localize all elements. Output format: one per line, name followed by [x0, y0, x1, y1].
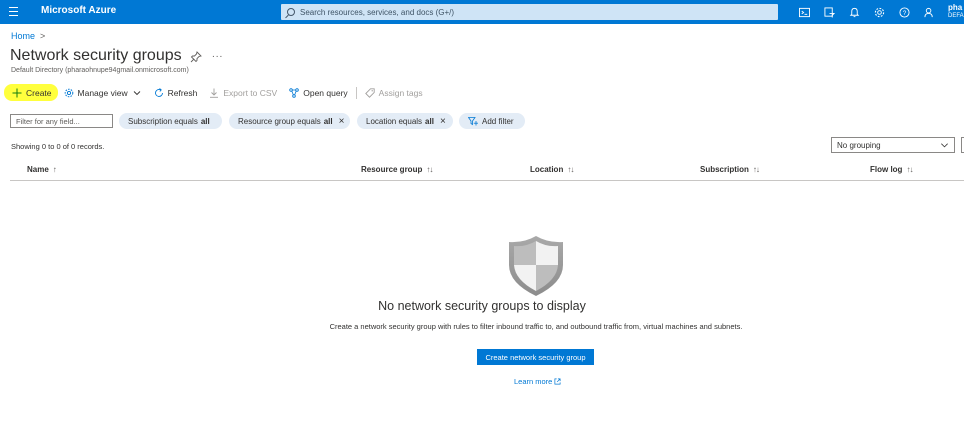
create-label: Create [26, 87, 52, 98]
empty-state-title: No network security groups to display [378, 299, 586, 313]
location-filter-value: all [425, 116, 434, 126]
top-bar: Microsoft Azure ? pha DEFA [0, 0, 964, 24]
manage-view-label: Manage view [77, 87, 128, 98]
sort-icon: ↑↓ [567, 165, 574, 174]
grouping-selected: No grouping [837, 140, 881, 150]
resource-group-filter-label: Resource group equals [238, 116, 321, 126]
more-options-button[interactable]: ... [212, 49, 223, 60]
external-link-icon [554, 378, 561, 385]
search-input[interactable] [300, 7, 760, 17]
command-divider [355, 86, 357, 99]
grouping-dropdown[interactable]: No grouping [831, 137, 955, 153]
column-label: Subscription [700, 165, 749, 174]
command-bar: Create Manage view Refresh Export to CSV… [4, 84, 429, 101]
chevron-down-icon [133, 90, 140, 95]
assign-tags-label: Assign tags [378, 87, 423, 98]
open-query-label: Open query [303, 87, 348, 98]
table-header: Name ↑ Resource group ↑↓ Location ↑↓ Sub… [10, 161, 964, 181]
menu-icon[interactable] [9, 7, 18, 16]
breadcrumb-separator: > [40, 31, 46, 41]
empty-state-description: Create a network security group with rul… [329, 322, 743, 331]
sort-icon: ↑↓ [752, 165, 760, 174]
column-header-name[interactable]: Name ↑ [27, 165, 57, 174]
shield-icon [509, 236, 563, 296]
learn-more-label: Learn more [514, 377, 553, 386]
tag-icon [364, 87, 375, 98]
subscription-filter-pill[interactable]: Subscription equals all [119, 113, 222, 129]
global-search[interactable] [281, 4, 778, 20]
svg-text:?: ? [903, 9, 907, 16]
filter-input[interactable] [10, 114, 113, 128]
add-filter-label: Add filter [482, 116, 514, 126]
open-query-button[interactable]: Open query [283, 84, 353, 101]
add-filter-icon [468, 117, 478, 126]
cloud-shell-icon[interactable] [792, 4, 817, 20]
create-nsg-button[interactable]: Create network security group [477, 349, 594, 365]
account-menu[interactable]: pha DEFA [948, 3, 964, 21]
user-directory: DEFA [948, 13, 964, 19]
create-button[interactable]: Create [4, 84, 58, 101]
column-header-subscription[interactable]: Subscription ↑↓ [700, 165, 760, 174]
subscription-filter-label: Subscription equals [128, 116, 198, 126]
assign-tags-button[interactable]: Assign tags [359, 84, 429, 101]
column-header-location[interactable]: Location ↑↓ [530, 165, 574, 174]
chevron-down-icon [941, 143, 948, 148]
records-count: Showing 0 to 0 of 0 records. [11, 142, 105, 151]
learn-more-link[interactable]: Learn more [514, 377, 561, 386]
search-icon [287, 8, 295, 16]
help-icon[interactable]: ? [892, 4, 917, 20]
feedback-icon[interactable] [917, 4, 942, 20]
manage-view-button[interactable]: Manage view [58, 84, 148, 101]
column-label: Flow log [870, 165, 903, 174]
resource-group-filter-value: all [323, 116, 333, 126]
sort-icon: ↑ [52, 165, 57, 174]
page-title: Network security groups [10, 47, 182, 64]
column-label: Location [530, 165, 564, 174]
refresh-label: Refresh [167, 87, 198, 98]
add-filter-button[interactable]: Add filter [459, 113, 525, 129]
download-icon [210, 88, 219, 98]
subscription-filter-value: all [200, 116, 210, 126]
directory-filter-icon[interactable] [817, 4, 842, 20]
resource-group-filter-pill[interactable]: Resource group equals all × [229, 113, 350, 129]
close-icon[interactable]: × [339, 116, 345, 127]
user-name: pha [948, 3, 963, 12]
breadcrumb-home[interactable]: Home [11, 31, 35, 41]
refresh-icon [154, 87, 163, 97]
plus-icon [12, 88, 22, 97]
sort-icon: ↑↓ [426, 165, 433, 174]
brand-title[interactable]: Microsoft Azure [41, 5, 116, 16]
breadcrumb: Home > [11, 31, 45, 41]
pin-icon[interactable] [190, 51, 202, 63]
location-filter-pill[interactable]: Location equals all × [357, 113, 453, 129]
column-label: Resource group [361, 165, 423, 174]
column-header-flow-log[interactable]: Flow log ↑↓ [870, 165, 913, 174]
export-csv-label: Export to CSV [223, 87, 278, 98]
gear-icon [64, 88, 73, 97]
location-filter-label: Location equals [366, 116, 423, 126]
query-icon [289, 87, 299, 98]
export-csv-button[interactable]: Export to CSV [203, 84, 283, 101]
column-label: Name [27, 165, 49, 174]
column-header-resource-group[interactable]: Resource group ↑↓ [361, 165, 433, 174]
sort-icon: ↑↓ [906, 165, 913, 174]
settings-icon[interactable] [867, 4, 892, 20]
close-icon[interactable]: × [440, 116, 446, 127]
notifications-icon[interactable] [842, 4, 867, 20]
refresh-button[interactable]: Refresh [148, 84, 204, 101]
directory-subtitle: Default Directory (pharaohnupe94gmail.on… [11, 67, 189, 74]
